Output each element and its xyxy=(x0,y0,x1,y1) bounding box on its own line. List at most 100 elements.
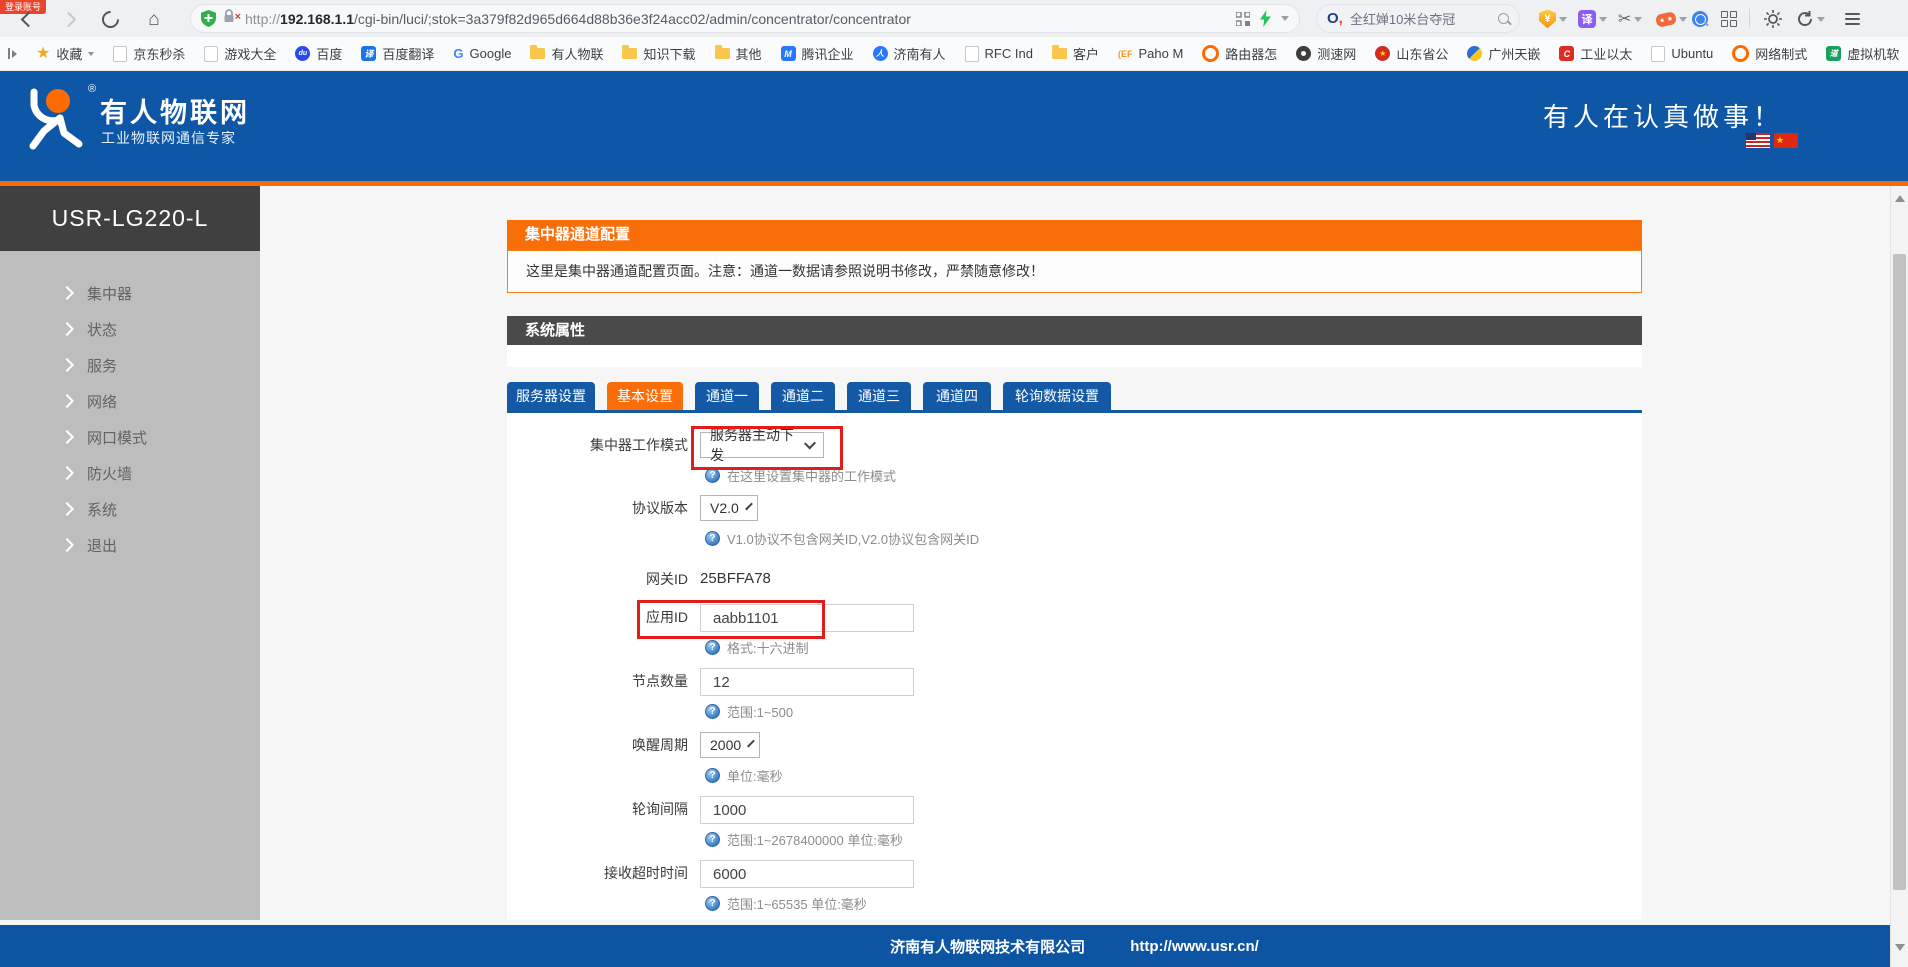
field-help: ?单位:毫秒 xyxy=(705,766,783,785)
bookmark-item[interactable]: (EFPaho M xyxy=(1118,46,1183,61)
home-button[interactable]: ⌂ xyxy=(142,7,166,31)
bookmark-item[interactable]: 道虚拟机软 xyxy=(1826,44,1899,63)
sidebar-item-network[interactable]: 网络 xyxy=(0,383,260,419)
scrollbar-thumb[interactable] xyxy=(1893,254,1906,890)
tab-channel-1[interactable]: 通道一 xyxy=(695,382,759,410)
bookmark-item[interactable]: 测速网 xyxy=(1296,44,1356,63)
theme-button[interactable] xyxy=(1764,7,1782,31)
tab-channel-2[interactable]: 通道二 xyxy=(771,382,835,410)
bookmark-item[interactable]: 广州天嵌 xyxy=(1467,44,1540,63)
reload-button[interactable] xyxy=(98,7,122,31)
usr-logo-icon xyxy=(20,87,92,153)
bookmark-item[interactable]: 译百度翻译 xyxy=(361,44,434,63)
search-icon[interactable] xyxy=(1498,13,1509,24)
bookmark-item[interactable]: du百度 xyxy=(295,44,342,63)
folder-icon xyxy=(530,48,545,59)
history-undo-button[interactable] xyxy=(1797,7,1825,31)
hamburger-icon xyxy=(1845,10,1860,28)
tab-polling-data[interactable]: 轮询数据设置 xyxy=(1003,382,1111,410)
sidebar-item-port-mode[interactable]: 网口模式 xyxy=(0,419,260,455)
sidebar-item-services[interactable]: 服务 xyxy=(0,347,260,383)
tab-channel-4[interactable]: 通道四 xyxy=(923,382,991,410)
screenshot-button[interactable]: ✂ xyxy=(1618,7,1642,31)
basic-settings-form: 集中器工作模式 服务器主动下发 ?在这里设置集中器的工作模式 协议版本 V2.0… xyxy=(507,413,1642,920)
field-label-gateway-id: 网关ID xyxy=(507,566,688,592)
menu-button[interactable] xyxy=(1845,7,1860,31)
url-dropdown-caret[interactable] xyxy=(1281,16,1289,21)
search-query[interactable]: 全红婵10米台夺冠 xyxy=(1350,9,1491,28)
caret-icon xyxy=(1599,17,1607,22)
scroll-down-arrow[interactable] xyxy=(1895,944,1905,951)
blue-search-icon xyxy=(1692,11,1708,27)
brand-name: 有人物联网 xyxy=(100,91,250,130)
english-flag-icon[interactable] xyxy=(1746,133,1770,148)
chevron-right-icon xyxy=(60,286,74,300)
extension-button[interactable] xyxy=(1692,7,1708,31)
bookmark-item[interactable]: RFC Ind xyxy=(965,46,1033,62)
speed-mode-lightning-icon[interactable] xyxy=(1260,10,1271,27)
sidebar-item-status[interactable]: 状态 xyxy=(0,311,260,347)
chinese-flag-icon[interactable]: ★ xyxy=(1774,133,1798,148)
footer-url[interactable]: http://www.usr.cn/ xyxy=(1130,938,1259,955)
bookmark-item[interactable]: 客户 xyxy=(1052,44,1099,63)
help-icon: ? xyxy=(705,832,720,847)
sidebar-item-firewall[interactable]: 防火墙 xyxy=(0,455,260,491)
scroll-up-arrow[interactable] xyxy=(1895,195,1905,202)
baidu-icon: du xyxy=(295,46,310,61)
star-icon: ★ xyxy=(36,46,50,62)
tab-channel-3[interactable]: 通道三 xyxy=(847,382,911,410)
apps-grid-button[interactable] xyxy=(1721,7,1737,31)
forward-button[interactable] xyxy=(56,7,80,31)
node-count-input[interactable] xyxy=(700,668,914,696)
forward-icon xyxy=(60,11,76,27)
collapse-sidebar-icon[interactable] xyxy=(8,48,17,59)
bookmark-item[interactable]: 网络制式 xyxy=(1732,44,1807,63)
url-text[interactable]: http://192.168.1.1/cgi-bin/luci/;stok=3a… xyxy=(245,11,1236,27)
bookmark-item[interactable]: 路由器怎 xyxy=(1202,44,1277,63)
field-help: ?范围:1~2678400000 单位:毫秒 xyxy=(705,830,903,849)
page-icon xyxy=(204,46,218,62)
insecure-lock-icon[interactable]: × xyxy=(223,9,237,29)
bookmark-item[interactable]: Ubuntu xyxy=(1651,46,1713,62)
bookmark-item[interactable]: 游戏大全 xyxy=(204,44,276,63)
bookmark-item[interactable]: 人济南有人 xyxy=(873,44,946,63)
tab-basic-settings[interactable]: 基本设置 xyxy=(607,382,683,410)
chevron-right-icon xyxy=(60,394,74,408)
footer-company: 济南有人物联网技术有限公司 xyxy=(890,936,1085,957)
back-button[interactable] xyxy=(16,7,40,31)
device-model-title: USR-LG220-L xyxy=(0,186,260,251)
bookmark-item[interactable]: GGoogle xyxy=(453,46,511,61)
polling-interval-input[interactable] xyxy=(700,796,914,824)
tab-server-settings[interactable]: 服务器设置 xyxy=(507,382,595,410)
bookmark-item[interactable]: 知识下载 xyxy=(622,44,695,63)
address-bar[interactable]: × http://192.168.1.1/cgi-bin/luci/;stok=… xyxy=(190,4,1300,33)
brand-slogan: 工业物联网通信专家 xyxy=(101,128,236,148)
favorites-menu[interactable]: ★ 收藏 xyxy=(36,44,94,63)
sidebar-item-concentrator[interactable]: 集中器 xyxy=(0,275,260,311)
google-icon: G xyxy=(453,46,463,61)
sidebar-item-logout[interactable]: 退出 xyxy=(0,527,260,563)
undo-arrow-icon xyxy=(1797,11,1814,27)
search-box[interactable]: O, 全红婵10米台夺冠 xyxy=(1316,4,1520,33)
translate-button[interactable]: 译 xyxy=(1578,7,1607,31)
games-button[interactable] xyxy=(1656,7,1687,31)
page-scrollbar[interactable] xyxy=(1890,186,1908,967)
field-help: ?V1.0协议不包含网关ID,V2.0协议包含网关ID xyxy=(705,529,979,548)
gamepad-icon xyxy=(1655,11,1677,28)
wallet-shield-button[interactable]: ¥ xyxy=(1539,7,1567,31)
wake-period-select[interactable]: 2000 xyxy=(700,732,760,758)
qr-code-icon[interactable] xyxy=(1236,12,1250,26)
person-icon: 人 xyxy=(873,46,888,61)
bookmark-item[interactable]: 京东秒杀 xyxy=(113,44,185,63)
receive-timeout-input[interactable] xyxy=(700,860,914,888)
bookmark-item[interactable]: 有人物联 xyxy=(530,44,603,63)
settings-tab-bar: 服务器设置 基本设置 通道一 通道二 通道三 通道四 轮询数据设置 xyxy=(507,382,1642,410)
bookmark-item[interactable]: C工业以太 xyxy=(1559,44,1632,63)
bookmark-item[interactable]: 其他 xyxy=(715,44,762,63)
back-icon xyxy=(20,11,36,27)
sidebar-item-system[interactable]: 系统 xyxy=(0,491,260,527)
bookmark-item[interactable]: M腾讯企业 xyxy=(781,44,854,63)
protocol-version-select[interactable]: V2.0 xyxy=(700,495,758,521)
chevron-down-icon xyxy=(747,739,755,747)
bookmark-item[interactable]: ★山东省公 xyxy=(1375,44,1448,63)
